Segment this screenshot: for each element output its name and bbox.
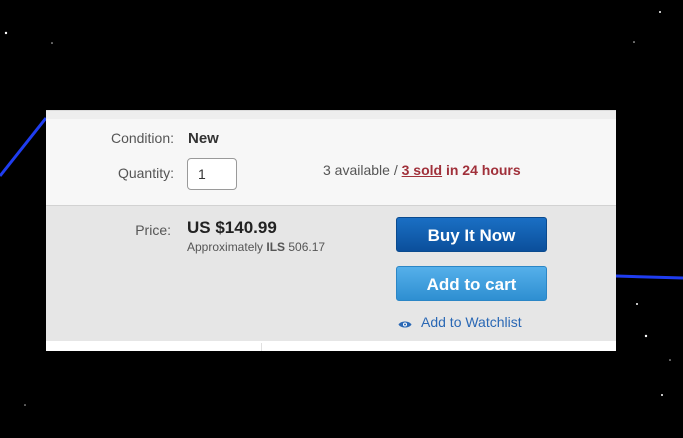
- condition-value: New: [188, 130, 219, 147]
- converted-price: Approximately ILS 506.17: [187, 240, 325, 254]
- quantity-label: Quantity:: [117, 165, 174, 181]
- sold-timeframe: in 24 hours: [442, 162, 521, 178]
- quantity-input[interactable]: [187, 158, 237, 190]
- sold-link[interactable]: 3 sold: [402, 162, 442, 178]
- availability-text: 3 available / 3 sold in 24 hours: [323, 162, 521, 178]
- panel-footer-strip: [46, 341, 616, 351]
- panel-top-strip: [46, 111, 616, 119]
- converted-price-amount: 506.17: [285, 240, 326, 254]
- buy-box: Price: US $140.99 Approximately ILS 506.…: [46, 205, 616, 342]
- buy-it-now-button[interactable]: Buy It Now: [396, 217, 547, 252]
- converted-price-prefix: Approximately: [187, 240, 267, 254]
- available-count: 3 available /: [323, 162, 402, 178]
- blue-light-streak-right: [615, 274, 683, 280]
- price-label: Price:: [135, 222, 171, 238]
- footer-divider: [261, 343, 262, 351]
- add-to-watchlist-link[interactable]: Add to Watchlist: [398, 314, 522, 330]
- add-to-cart-button[interactable]: Add to cart: [396, 266, 547, 301]
- eye-icon: [398, 321, 412, 328]
- converted-price-currency: ILS: [266, 240, 286, 254]
- price-value: US $140.99: [187, 218, 277, 237]
- purchase-panel: Condition: New Quantity: 3 available / 3…: [46, 110, 616, 351]
- condition-label: Condition:: [110, 130, 174, 146]
- watchlist-label: Add to Watchlist: [421, 314, 522, 330]
